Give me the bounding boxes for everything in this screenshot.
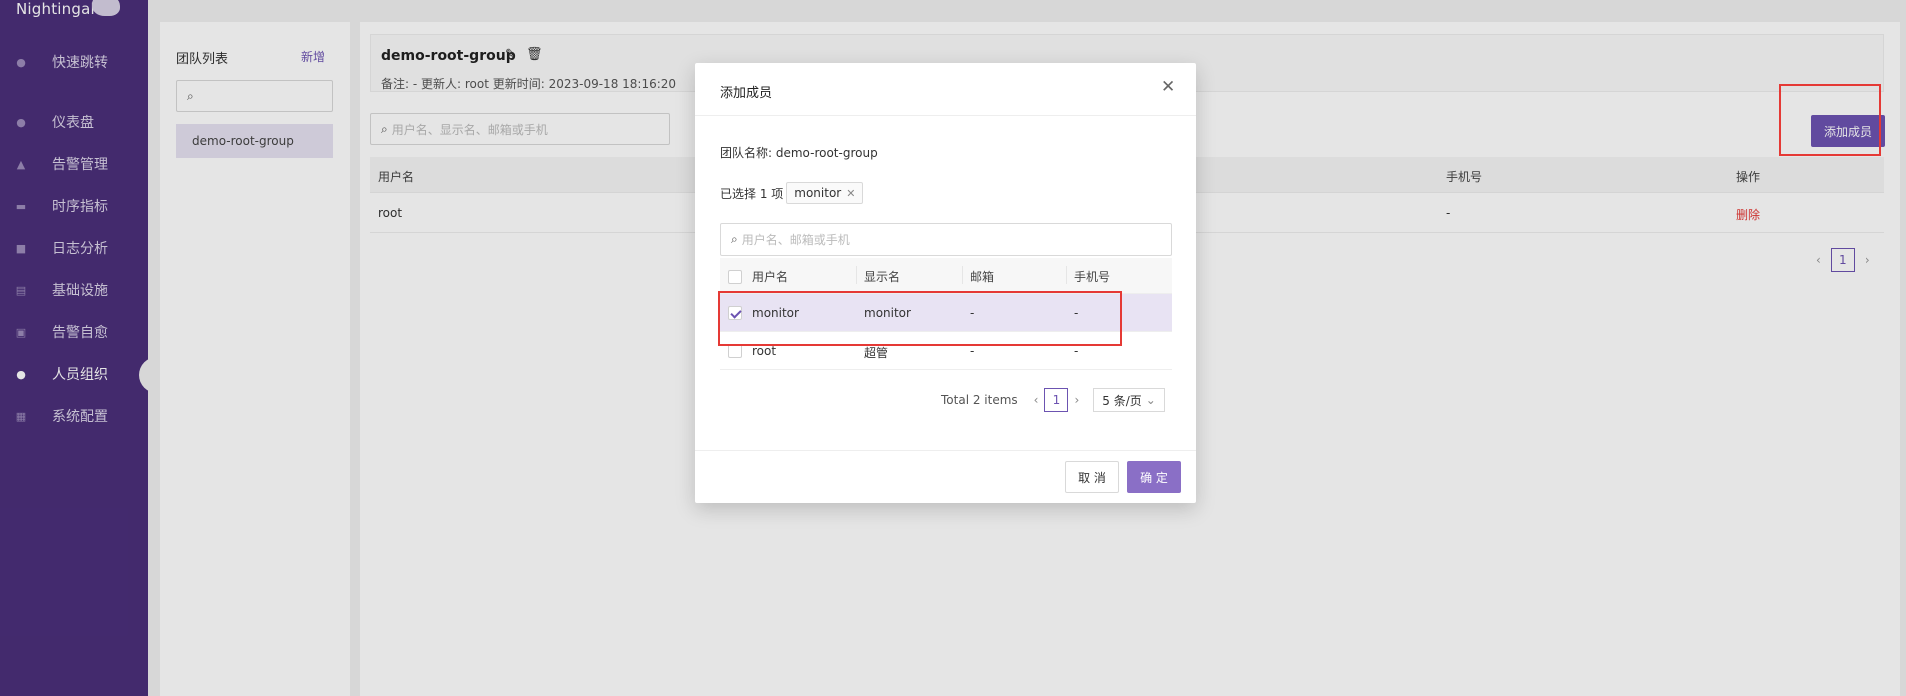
col-email: 邮箱 [970,270,995,284]
user-search-input[interactable]: ⌕ 用户名、邮箱或手机 [720,223,1172,256]
cell-username: root [752,344,777,358]
page-number[interactable]: 1 [1044,388,1069,412]
selected-summary: 已选择 1 项 monitor ✕ [720,182,864,204]
add-member-modal: 添加成员 ✕ 团队名称: demo-root-group 已选择 1 项 mon… [695,63,1196,503]
highlight-selected-row [718,291,1122,346]
next-page-icon[interactable]: › [1074,393,1079,407]
user-table-header: 用户名 显示名 邮箱 手机号 [720,258,1172,294]
col-phone: 手机号 [1074,270,1111,284]
modal-title: 添加成员 [720,86,773,101]
col-display-name: 显示名 [864,270,901,284]
selected-count: 已选择 1 项 [720,186,784,201]
column-divider [962,266,963,284]
row-checkbox[interactable] [728,344,742,358]
prev-page-icon[interactable]: ‹ [1034,393,1039,407]
modal-pagination: Total 2 items ‹ 1 › 5 条/页 ⌄ [941,388,1165,412]
select-all-checkbox[interactable] [728,270,742,284]
modal-header: 添加成员 ✕ [695,63,1196,116]
chevron-down-icon: ⌄ [1145,393,1156,407]
confirm-button[interactable]: 确 定 [1127,461,1181,493]
page-size-value: 5 条/页 [1102,393,1142,408]
col-username: 用户名 [752,270,789,284]
total-items: Total 2 items [941,393,1018,407]
page-size-select[interactable]: 5 条/页 ⌄ [1093,388,1165,412]
tag-close-icon[interactable]: ✕ [846,187,855,200]
cell-display-name: 超管 [864,346,889,360]
search-icon: ⌕ [731,232,738,246]
modal-footer: 取 消 确 定 [695,450,1196,503]
column-divider [856,266,857,284]
highlight-add-member [1779,84,1881,156]
column-divider [1066,266,1067,284]
selected-tag: monitor ✕ [786,182,864,204]
cell-email: - [970,344,975,358]
cell-phone: - [1074,344,1079,358]
cancel-button[interactable]: 取 消 [1065,461,1119,493]
close-icon[interactable]: ✕ [1161,77,1175,97]
selected-tag-label: monitor [794,186,842,200]
modal-team-name: 团队名称: demo-root-group [720,146,878,160]
user-search-placeholder: 用户名、邮箱或手机 [741,233,850,247]
